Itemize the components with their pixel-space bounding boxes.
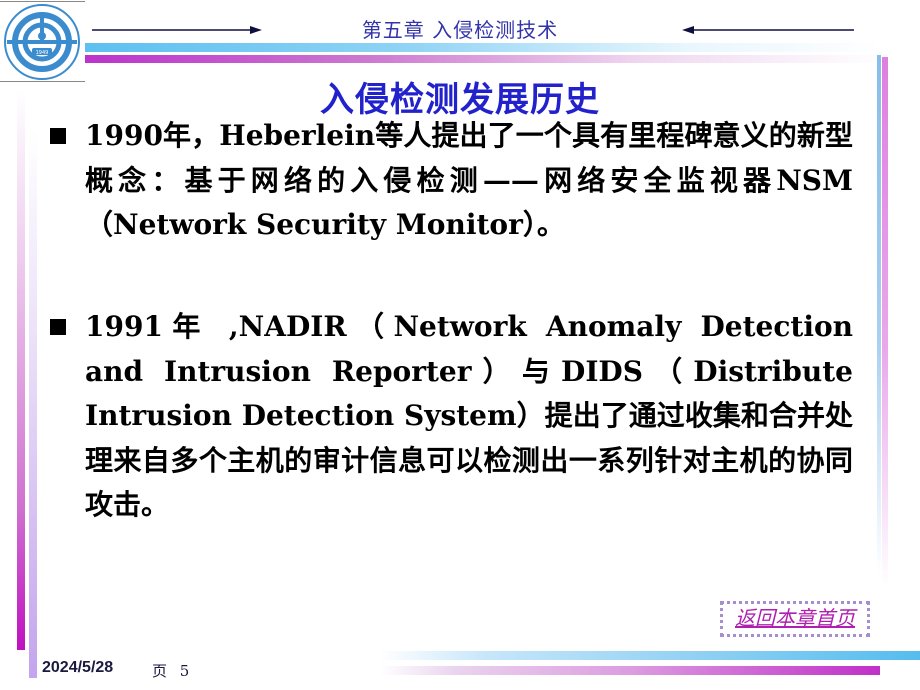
- left-accent-bar-lilac: [29, 130, 37, 678]
- header-accent-bar-magenta: [85, 55, 885, 63]
- chapter-title: 第五章 入侵检测技术: [361, 18, 559, 42]
- svg-text:1949: 1949: [36, 50, 49, 56]
- footer-page-number: 页 5: [152, 662, 190, 680]
- footer-accent-bar-magenta: [380, 666, 880, 675]
- university-logo: 1949: [3, 3, 81, 81]
- right-accent-bar-pink: [882, 57, 888, 587]
- footer-date: 2024/5/28: [42, 659, 114, 676]
- header-accent-bar-cyan: [85, 43, 885, 52]
- left-accent-bar-magenta: [17, 90, 25, 650]
- right-accent-bar-blue: [877, 55, 881, 575]
- university-seal-icon: 1949: [4, 4, 80, 80]
- logo-rule-top: [0, 1, 85, 2]
- arrow-left-icon: [682, 26, 854, 34]
- footer-accent-bar-cyan: [380, 651, 920, 660]
- square-bullet-icon: [50, 128, 66, 144]
- return-to-chapter-home-link[interactable]: 返回本章首页: [720, 601, 870, 637]
- arrow-right-icon: [92, 26, 262, 34]
- square-bullet-icon: [50, 319, 66, 335]
- bullet-text: 1990年，Heberlein等人提出了一个具有里程碑意义的新型概念：基于网络的…: [85, 119, 853, 241]
- bullet-item: 1990年，Heberlein等人提出了一个具有里程碑意义的新型概念：基于网络的…: [50, 114, 853, 254]
- bullet-text: 1991年 ,NADIR（Network Anomaly Detection a…: [85, 310, 853, 521]
- bullet-item: 1991年 ,NADIR（Network Anomaly Detection a…: [50, 305, 853, 525]
